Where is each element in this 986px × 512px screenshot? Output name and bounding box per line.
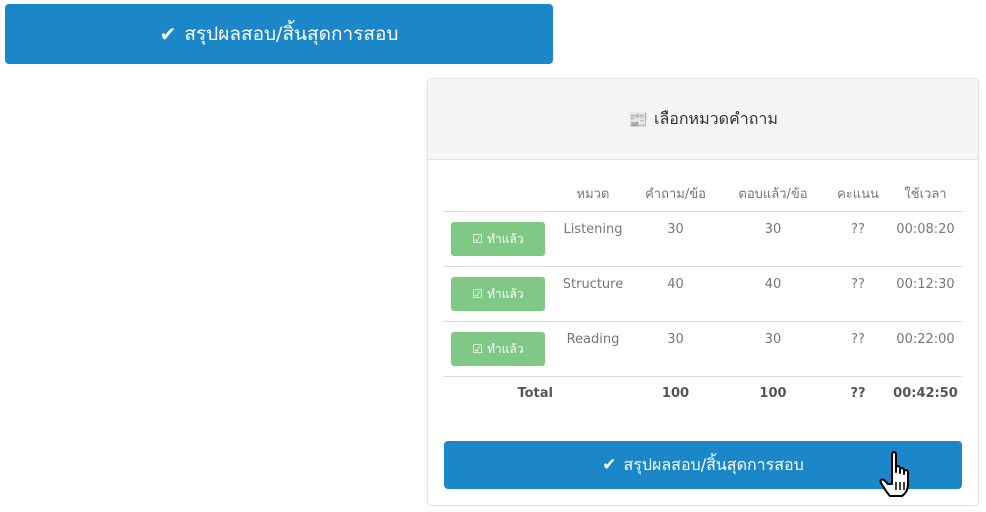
total-label: Total — [517, 386, 553, 401]
cell-time: 00:22:00 — [888, 321, 963, 377]
total-row: Total 100 100 ?? 00:42:50 — [443, 377, 963, 413]
total-answered: 100 — [759, 386, 787, 401]
cell-score: ?? — [828, 211, 888, 267]
cell-answered: 40 — [718, 266, 828, 322]
col-header-answered: ตอบแล้ว/ข้อ — [718, 175, 828, 212]
col-header-category: หมวด — [553, 175, 633, 212]
category-table: หมวด คำถาม/ข้อ ตอบแล้ว/ข้อ คะแนน ใช้เวลา… — [443, 175, 963, 413]
total-score: ?? — [850, 386, 866, 401]
finish-exam-label: สรุปผลสอบ/สิ้นสุดการสอบ — [184, 23, 399, 45]
cell-answered: 30 — [718, 211, 828, 267]
col-header-status — [443, 175, 553, 212]
done-label: ทำแล้ว — [487, 341, 524, 356]
cell-questions: 30 — [633, 211, 718, 267]
cell-time: 00:08:20 — [888, 211, 963, 267]
done-button-structure[interactable]: ☑ ทำแล้ว — [451, 277, 545, 311]
check-icon: ✔ — [159, 22, 177, 46]
check-icon: ✔ — [602, 455, 617, 475]
checkbox-checked-icon: ☑ — [472, 342, 484, 356]
checkbox-checked-icon: ☑ — [472, 232, 484, 246]
cell-score: ?? — [828, 266, 888, 322]
cell-category: Listening — [553, 211, 633, 267]
total-questions: 100 — [661, 386, 690, 401]
done-label: ทำแล้ว — [487, 231, 524, 246]
table-row: ☑ ทำแล้ว Listening 30 30 ?? 00:08:20 — [443, 211, 963, 267]
table-header-row: หมวด คำถาม/ข้อ ตอบแล้ว/ข้อ คะแนน ใช้เวลา — [443, 175, 963, 212]
col-header-questions: คำถาม/ข้อ — [633, 175, 718, 212]
finish-exam-button-top[interactable]: ✔ สรุปผลสอบ/สิ้นสุดการสอบ — [5, 4, 553, 64]
cell-score: ?? — [828, 321, 888, 377]
cell-questions: 30 — [633, 321, 718, 377]
panel-title: เลือกหมวดคำถาม — [653, 108, 778, 128]
cell-category: Reading — [553, 321, 633, 377]
hand-pointer-icon — [879, 451, 909, 497]
done-button-listening[interactable]: ☑ ทำแล้ว — [451, 222, 545, 256]
col-header-score: คะแนน — [828, 175, 888, 212]
table-row: ☑ ทำแล้ว Structure 40 40 ?? 00:12:30 — [443, 266, 963, 322]
checkbox-checked-icon: ☑ — [472, 287, 484, 301]
total-time: 00:42:50 — [893, 386, 958, 401]
newspaper-icon: 📰 — [628, 109, 648, 129]
finish-exam-label: สรุปผลสอบ/สิ้นสุดการสอบ — [623, 454, 804, 474]
cell-answered: 30 — [718, 321, 828, 377]
cell-questions: 40 — [633, 266, 718, 322]
done-label: ทำแล้ว — [487, 286, 524, 301]
panel-header: 📰 เลือกหมวดคำถาม — [428, 79, 978, 160]
col-header-time: ใช้เวลา — [888, 175, 963, 212]
category-panel: 📰 เลือกหมวดคำถาม หมวด คำถาม/ข้อ ตอบแล้ว/… — [427, 78, 979, 506]
cell-time: 00:12:30 — [888, 266, 963, 322]
done-button-reading[interactable]: ☑ ทำแล้ว — [451, 332, 545, 366]
table-row: ☑ ทำแล้ว Reading 30 30 ?? 00:22:00 — [443, 321, 963, 377]
cell-category: Structure — [553, 266, 633, 322]
